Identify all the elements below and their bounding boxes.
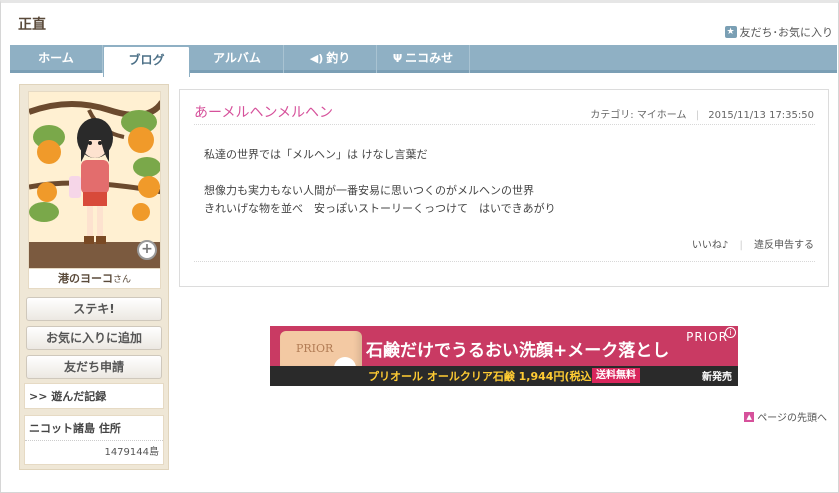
actions-divider: | <box>739 240 743 251</box>
ad-brand: PRIOR <box>686 330 728 344</box>
played-record-link[interactable]: >> 遊んだ記録 <box>24 383 164 409</box>
up-arrow-icon: ▲ <box>744 411 755 422</box>
category-label: カテゴリ: <box>590 110 634 121</box>
tab-album-label: アルバム <box>213 51 261 65</box>
tab-fishing-label: 釣り <box>326 51 351 65</box>
friends-favorites-label: 友だち･お気に入り <box>739 26 834 39</box>
speaker-icon: ◀) <box>309 52 324 65</box>
ad-product-text: プリオール オールクリア石鹸 1,944円(税込) <box>368 370 597 383</box>
ad-headline: 石鹸だけでうるおい洗顔+メーク落とし <box>366 341 670 361</box>
suteki-button[interactable]: ステキ! <box>26 297 162 321</box>
ad-banner[interactable]: PRIOR 石鹸だけでうるおい洗顔+メーク落とし PRIOR i プリオール オ… <box>270 326 738 386</box>
tab-nicomise[interactable]: Ψ ニコみせ <box>377 45 470 73</box>
magnify-icon[interactable]: + <box>137 240 157 260</box>
tab-album[interactable]: アルバム <box>191 45 284 73</box>
tab-nicomise-label: ニコみせ <box>405 51 454 65</box>
category-value[interactable]: マイホーム <box>637 110 687 121</box>
meta-divider: | <box>695 110 700 121</box>
profile-sidebar: + 港のヨーコさん ステキ! お気に入りに追加 友だち申請 >> 遊んだ記録 ニ… <box>19 84 169 470</box>
post-body: 私達の世界では「メルヘン」は けなし言葉だ 想像力も実力もない人間が一番安易に思… <box>204 146 556 218</box>
avatar[interactable]: + <box>28 91 161 269</box>
main-tab-bar: ホーム ブログ アルバム ◀) 釣り Ψ ニコみせ <box>10 45 837 77</box>
owner-name-text: 港のヨーコ <box>57 272 113 285</box>
played-record-label: >> 遊んだ記録 <box>29 390 107 403</box>
owner-name[interactable]: 港のヨーコさん <box>28 269 161 289</box>
post-datetime: 2015/11/13 17:35:50 <box>708 110 814 121</box>
tab-fishing[interactable]: ◀) 釣り <box>284 45 377 73</box>
free-shipping-badge: 送料無料 <box>592 368 640 383</box>
island-address-label: ニコット諸島 住所 <box>29 422 121 435</box>
island-address-value: 1479144島 <box>25 440 163 462</box>
post-body-line: 私達の世界では「メルヘン」は けなし言葉だ <box>204 148 428 161</box>
post-body-line: 想像力も実力もない人間が一番安易に思いつくのがメルヘンの世界 <box>204 184 534 197</box>
new-release-badge: 新発売 <box>702 372 732 383</box>
friend-request-button[interactable]: 友だち申請 <box>26 355 162 379</box>
owner-name-suffix: さん <box>112 275 131 285</box>
post-actions: いいね♪ | 違反申告する <box>692 236 814 251</box>
tab-blog-label: ブログ <box>128 53 165 67</box>
tab-home-label: ホーム <box>38 51 74 65</box>
star-icon: ★ <box>724 26 737 38</box>
blog-post: あーメルヘンメルヘン カテゴリ: マイホーム | 2015/11/13 17:3… <box>179 89 829 287</box>
fork-knife-icon: Ψ <box>392 52 403 65</box>
post-body-line: きれいげな物を並べ 安っぽいストーリーくっつけて はいできあがり <box>204 202 556 215</box>
tab-home[interactable]: ホーム <box>10 45 103 73</box>
add-favorite-button[interactable]: お気に入りに追加 <box>26 326 162 350</box>
page-title: 正直 <box>18 17 46 33</box>
post-meta: カテゴリ: マイホーム | 2015/11/13 17:35:50 <box>590 106 814 121</box>
friends-favorites-link[interactable]: ★ 友だち･お気に入り <box>724 24 834 40</box>
page-top-label: ページの先頭へ <box>757 413 827 424</box>
post-body-gap <box>204 164 556 182</box>
post-bottom-divider <box>194 261 815 262</box>
tab-blog[interactable]: ブログ <box>103 46 190 77</box>
post-title[interactable]: あーメルヘンメルヘン <box>194 102 333 122</box>
like-link[interactable]: いいね♪ <box>692 240 728 251</box>
report-link[interactable]: 違反申告する <box>754 240 814 251</box>
island-address: ニコット諸島 住所 1479144島 <box>24 415 164 465</box>
title-divider <box>194 124 815 125</box>
soap-brand-text: PRIOR <box>296 342 334 355</box>
ad-info-icon[interactable]: i <box>725 327 736 338</box>
page-top-link[interactable]: ▲ ページの先頭へ <box>744 409 827 424</box>
